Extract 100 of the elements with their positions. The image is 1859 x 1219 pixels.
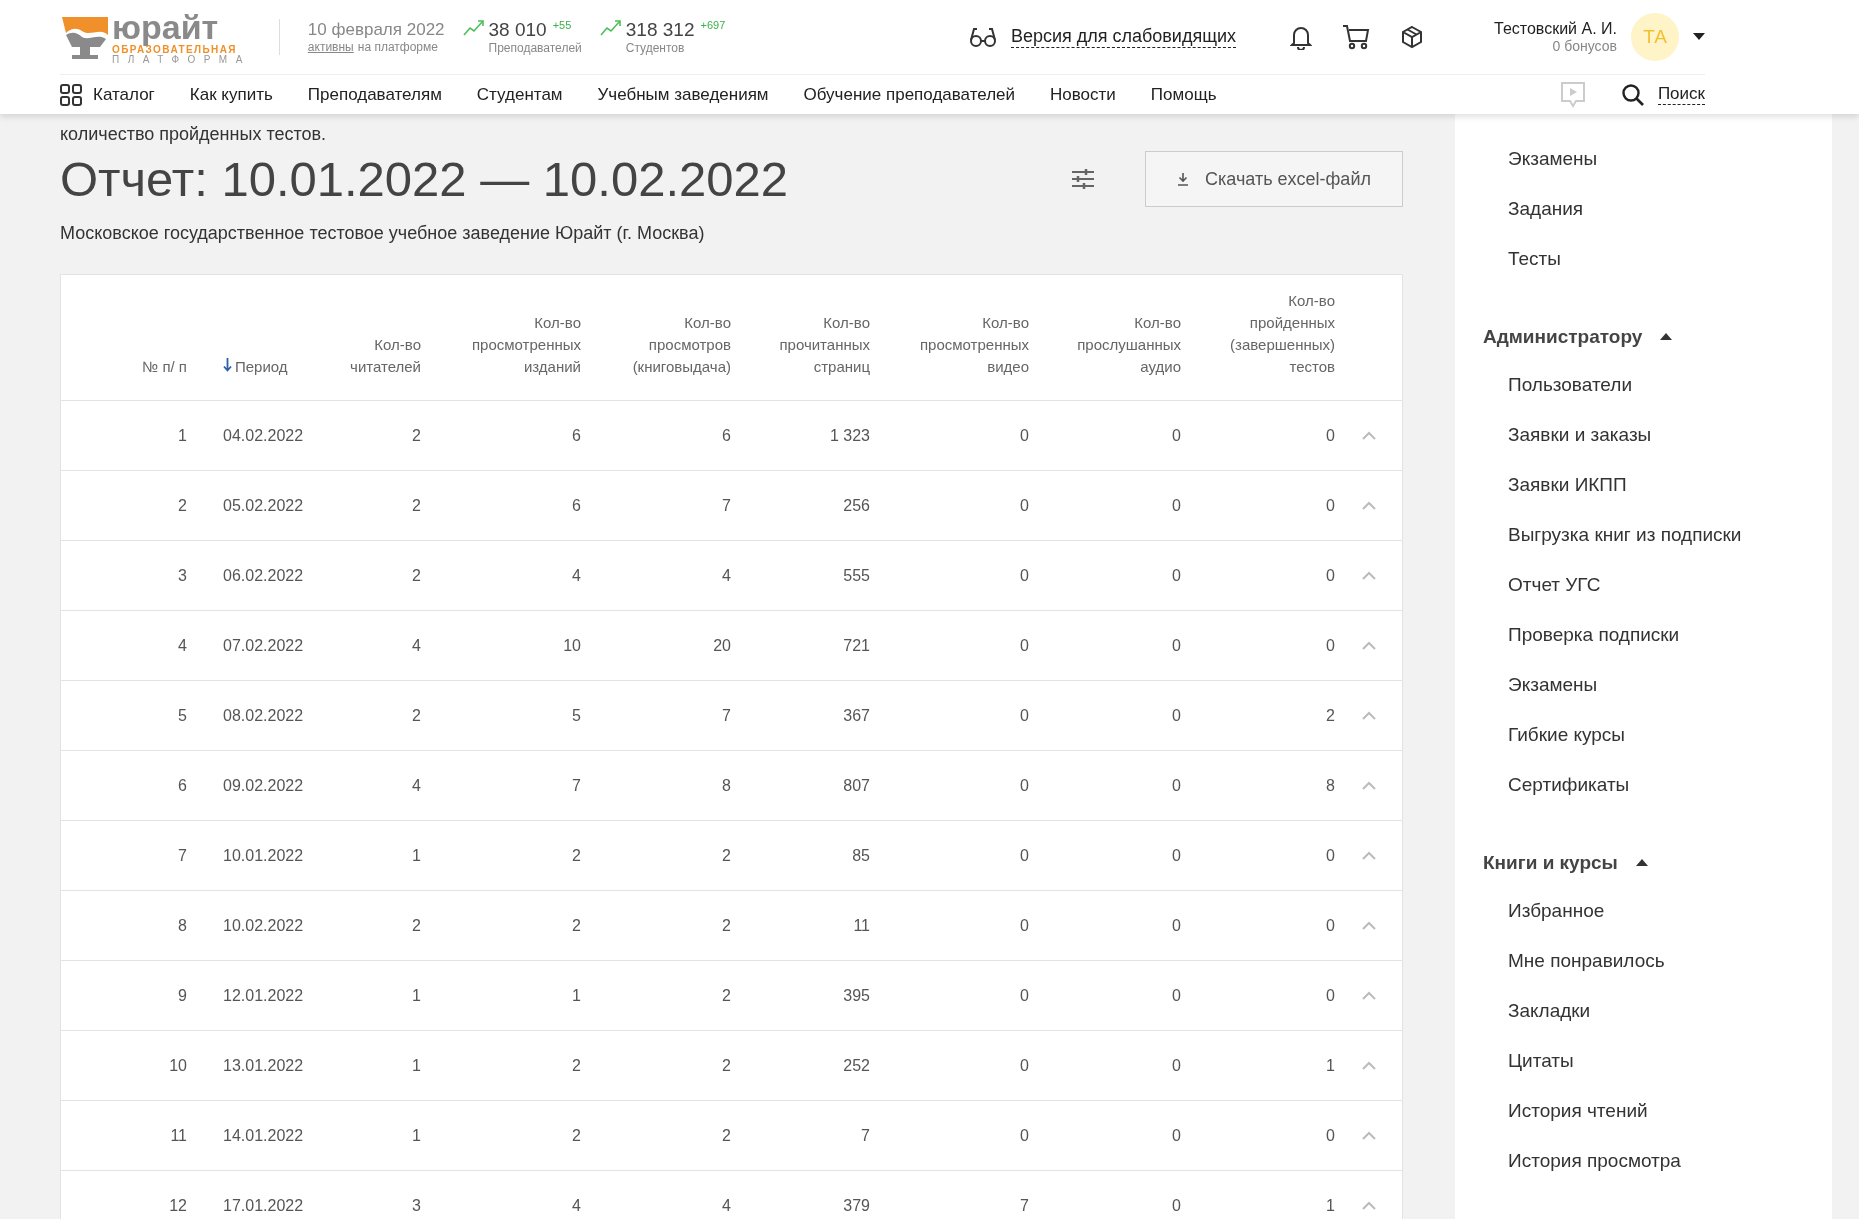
chevron-up-icon[interactable] bbox=[1360, 570, 1377, 581]
table-cell: 2 bbox=[1326, 706, 1335, 725]
sidebar-item[interactable]: Сертификаты bbox=[1483, 760, 1804, 810]
chevron-up-icon[interactable] bbox=[1360, 640, 1377, 651]
caret-icon[interactable] bbox=[1635, 859, 1648, 867]
active-link[interactable]: активны bbox=[307, 40, 354, 54]
nav-link[interactable]: Как купить bbox=[189, 84, 273, 105]
table-cell: 0 bbox=[1020, 846, 1029, 865]
table-cell: 1 bbox=[1326, 1196, 1335, 1215]
chevron-up-icon[interactable] bbox=[1360, 920, 1377, 931]
box-icon[interactable] bbox=[1400, 25, 1425, 49]
sidebar-item[interactable]: Мне понравилось bbox=[1483, 936, 1804, 986]
table-cell: 04.02.2022 bbox=[223, 426, 304, 445]
table-cell: 0 bbox=[1172, 1126, 1181, 1145]
table-cell: 08.02.2022 bbox=[223, 706, 304, 725]
download-button[interactable]: Скачать excel-файл bbox=[1145, 151, 1403, 207]
user-name: Тестовский А. И. bbox=[1494, 20, 1617, 38]
chevron-up-icon[interactable] bbox=[1360, 850, 1377, 861]
nav-link[interactable]: Помощь bbox=[1150, 84, 1217, 105]
trend-icon bbox=[599, 19, 622, 37]
table-cell: 2 bbox=[722, 1126, 731, 1145]
logo-tagline: ПЛАТФОРМА bbox=[112, 55, 251, 65]
nav-link[interactable]: Каталог bbox=[93, 84, 155, 105]
column-header[interactable]: Кол-во прослушанных аудио bbox=[1063, 312, 1181, 378]
chevron-up-icon[interactable] bbox=[1360, 1200, 1377, 1211]
column-header[interactable]: Кол-во читателей bbox=[321, 334, 421, 378]
sidebar-item[interactable]: Заявки ИКПП bbox=[1483, 460, 1804, 510]
column-header[interactable]: Кол-во просмотренных изданий bbox=[463, 312, 581, 378]
column-header[interactable]: Кол-во прочитанных страниц bbox=[752, 312, 870, 378]
table-cell: 11 bbox=[170, 1126, 187, 1145]
table-cell: 8 bbox=[722, 776, 731, 795]
caret-icon[interactable] bbox=[1693, 33, 1705, 41]
table-cell: 2 bbox=[722, 916, 731, 935]
search-link[interactable]: Поиск bbox=[1657, 84, 1705, 105]
date-text: 10 февраля 2022 bbox=[307, 20, 445, 40]
sidebar-item[interactable]: Гибкие курсы bbox=[1483, 710, 1804, 760]
sidebar-item[interactable]: Тесты bbox=[1483, 234, 1804, 284]
sidebar-item[interactable]: История просмотра bbox=[1483, 1136, 1804, 1186]
sidebar-item[interactable]: Экзамены bbox=[1483, 134, 1804, 184]
column-header[interactable]: Кол-во просмотренных видео bbox=[911, 312, 1029, 378]
table-cell: 20 bbox=[713, 636, 731, 655]
filter-settings-icon[interactable] bbox=[1071, 168, 1095, 190]
table-cell: 7 bbox=[722, 496, 731, 515]
chevron-up-icon[interactable] bbox=[1360, 710, 1377, 721]
chevron-up-icon[interactable] bbox=[1360, 430, 1377, 441]
table-cell: 2 bbox=[572, 916, 581, 935]
table-cell: 0 bbox=[1172, 986, 1181, 1005]
nav-link[interactable]: Обучение преподавателей bbox=[803, 84, 1016, 105]
cart-icon[interactable] bbox=[1342, 24, 1371, 50]
trend-icon bbox=[462, 19, 485, 37]
nav-link[interactable]: Преподавателям bbox=[307, 84, 442, 105]
column-header[interactable]: № п/ п bbox=[142, 356, 187, 378]
table-cell: 0 bbox=[1172, 1056, 1181, 1075]
chevron-up-icon[interactable] bbox=[1360, 990, 1377, 1001]
section-header[interactable]: Книги и курсы bbox=[1483, 852, 1618, 874]
grid-icon[interactable] bbox=[60, 83, 82, 106]
sidebar-item[interactable]: Закладки bbox=[1483, 986, 1804, 1036]
sidebar-item[interactable]: Экзамены bbox=[1483, 660, 1804, 710]
column-header[interactable]: Кол-во просмотров (книговыдача) bbox=[613, 312, 731, 378]
chevron-up-icon[interactable] bbox=[1360, 1130, 1377, 1141]
table-cell: 1 bbox=[412, 1056, 421, 1075]
caret-icon[interactable] bbox=[1660, 333, 1673, 341]
sidebar-item[interactable]: Пользователи bbox=[1483, 360, 1804, 410]
table-cell: 0 bbox=[1172, 706, 1181, 725]
accessibility-link[interactable]: Версия для слабовидящих bbox=[1010, 26, 1237, 48]
sidebar-item[interactable]: Избранное bbox=[1483, 886, 1804, 936]
table-cell: 17.01.2022 bbox=[223, 1196, 304, 1215]
table-cell: 3 bbox=[178, 566, 187, 585]
chevron-up-icon[interactable] bbox=[1360, 780, 1377, 791]
table-cell: 06.02.2022 bbox=[223, 566, 304, 585]
table-cell: 7 bbox=[178, 846, 187, 865]
nav-link[interactable]: Учебным заведениям bbox=[597, 84, 769, 105]
table-cell: 10 bbox=[169, 1056, 187, 1075]
sidebar-item[interactable]: История чтений bbox=[1483, 1086, 1804, 1136]
column-header[interactable]: Период bbox=[223, 356, 288, 378]
column-header[interactable]: Кол-во пройденных (завершенных) тестов bbox=[1217, 290, 1335, 378]
sidebar-item[interactable]: Выгрузка книг из подписки bbox=[1483, 510, 1804, 560]
sidebar-item[interactable]: Проверка подписки bbox=[1483, 610, 1804, 660]
table-cell: 2 bbox=[178, 496, 187, 515]
table-cell: 7 bbox=[1020, 1196, 1029, 1215]
bell-icon[interactable] bbox=[1290, 24, 1313, 50]
table-cell: 721 bbox=[843, 636, 870, 655]
table-cell: 555 bbox=[843, 566, 870, 585]
sidebar-item[interactable]: Цитаты bbox=[1483, 1036, 1804, 1086]
table-cell: 0 bbox=[1172, 496, 1181, 515]
chevron-up-icon[interactable] bbox=[1360, 1060, 1377, 1071]
nav-link[interactable]: Студентам bbox=[476, 84, 563, 105]
table-cell: 8 bbox=[178, 916, 187, 935]
table-cell: 07.02.2022 bbox=[223, 636, 304, 655]
video-icon[interactable] bbox=[1559, 80, 1586, 109]
sidebar-item[interactable]: Отчет УГС bbox=[1483, 560, 1804, 610]
nav-link[interactable]: Новости bbox=[1050, 84, 1116, 105]
table-cell: 0 bbox=[1020, 706, 1029, 725]
search-icon[interactable] bbox=[1620, 82, 1645, 107]
sidebar-item[interactable]: Заявки и заказы bbox=[1483, 410, 1804, 460]
section-header[interactable]: Администратору bbox=[1483, 326, 1643, 348]
chevron-up-icon[interactable] bbox=[1360, 500, 1377, 511]
sidebar-item[interactable]: Задания bbox=[1483, 184, 1804, 234]
glasses-icon bbox=[968, 26, 997, 48]
table-cell: 2 bbox=[572, 1126, 581, 1145]
